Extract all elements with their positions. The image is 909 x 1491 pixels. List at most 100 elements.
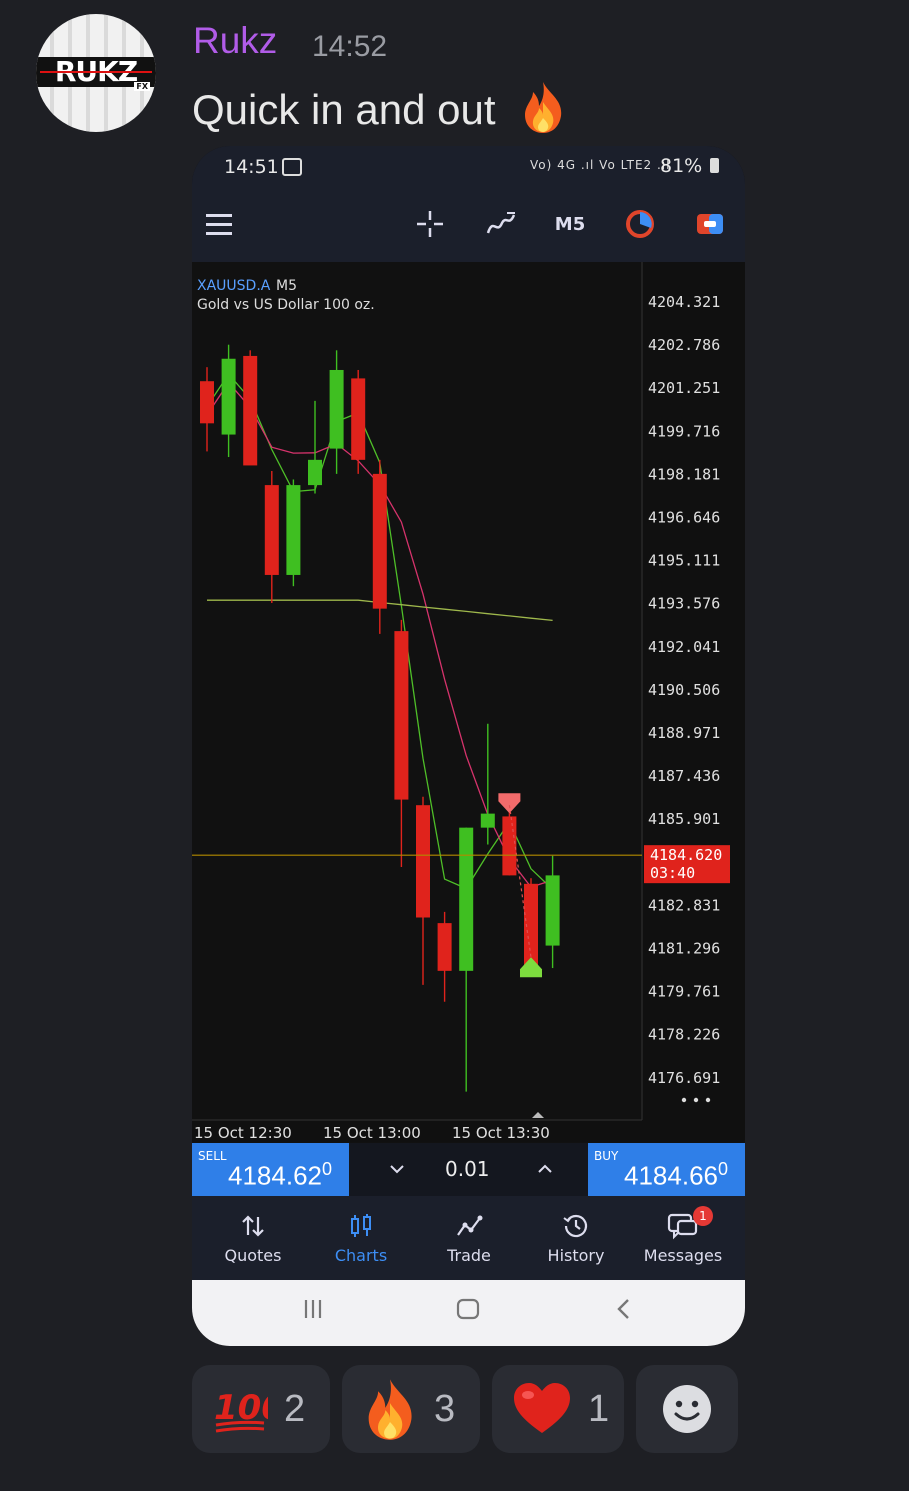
battery-level: 81% xyxy=(660,155,720,177)
battery-percent: 81% xyxy=(660,155,703,177)
trade-line-icon xyxy=(457,1215,483,1236)
nav-quotes-label: Quotes xyxy=(224,1246,282,1265)
bull-candle xyxy=(308,459,322,486)
chart-description: Gold vs US Dollar 100 oz. xyxy=(197,297,375,313)
crosshair-icon[interactable] xyxy=(414,204,446,244)
volume-up-icon[interactable] xyxy=(525,1155,565,1185)
reaction-fire[interactable]: 3 xyxy=(342,1365,480,1453)
reaction-fire-count: 3 xyxy=(434,1387,456,1430)
bear-candle xyxy=(502,816,517,876)
plot-area xyxy=(192,262,642,1120)
price-tick-label: 4188.971 xyxy=(648,724,720,742)
price-tick-label: 4195.111 xyxy=(648,552,720,570)
red-heart-icon xyxy=(514,1383,570,1433)
avatar[interactable]: RUKZ FX xyxy=(36,14,156,132)
phone-screenshot: 14:51 Vo) 4G .ıl Vo LTE2 .ıl 81% M5 4204… xyxy=(192,146,745,1346)
reaction-heart[interactable]: 1 xyxy=(492,1365,624,1453)
sell-price-sup: 0 xyxy=(321,1159,332,1179)
nav-history-label: History xyxy=(547,1246,605,1265)
price-tick-label: 4185.901 xyxy=(648,810,720,828)
bear-candle xyxy=(437,923,452,971)
nav-messages-label: Messages xyxy=(643,1246,723,1265)
menu-icon[interactable] xyxy=(204,204,234,244)
price-tick-label: 4190.506 xyxy=(648,681,720,699)
candle-countdown: 03:40 xyxy=(650,864,695,882)
buy-price-sup: 0 xyxy=(717,1159,728,1179)
bull-candle xyxy=(545,875,560,946)
objects-icon[interactable] xyxy=(624,204,656,244)
home-icon[interactable] xyxy=(456,1298,480,1326)
trade-icon[interactable] xyxy=(694,204,726,244)
bear-candle xyxy=(264,485,279,575)
add-reaction-button[interactable] xyxy=(636,1365,738,1453)
bull-candle xyxy=(221,358,236,435)
price-axis-ticks: 4204.321 4202.786 4201.251 4199.716 4198.181… xyxy=(648,293,720,1087)
username[interactable]: Rukz xyxy=(193,20,277,62)
indicators-icon[interactable] xyxy=(484,204,518,244)
fire-icon xyxy=(525,82,562,133)
bear-candle xyxy=(416,805,430,918)
price-tick-label: 4199.716 xyxy=(648,422,720,440)
avatar-logo-line xyxy=(40,71,152,73)
signal-icons: Vo) 4G .ıl Vo LTE2 .ıl xyxy=(530,158,671,172)
bull-candle xyxy=(329,369,344,449)
quotes-arrows-icon xyxy=(242,1215,264,1237)
price-tick-label: 4178.226 xyxy=(648,1026,720,1044)
nav-charts-label: Charts xyxy=(334,1246,388,1265)
volume-value[interactable]: 0.01 xyxy=(445,1157,490,1181)
sell-price: 4184.620 xyxy=(228,1155,332,1192)
messages-badge: 1 xyxy=(693,1206,713,1226)
chart-svg[interactable]: 4204.321 4202.786 4201.251 4199.716 4198.181… xyxy=(192,262,745,1142)
cast-icon xyxy=(282,158,302,176)
price-tick-label: 4179.761 xyxy=(648,983,720,1001)
reaction-hundred[interactable]: 100 2 xyxy=(192,1365,330,1453)
bear-candle xyxy=(243,355,258,466)
more-dots-icon[interactable] xyxy=(681,1097,711,1103)
price-tick-label: 4196.646 xyxy=(648,509,720,527)
price-tick-label: 4181.296 xyxy=(648,940,720,958)
price-chart[interactable]: 4204.321 4202.786 4201.251 4199.716 4198.181… xyxy=(192,262,745,1142)
battery-icon xyxy=(710,158,720,173)
bear-candle xyxy=(372,473,387,609)
timeframe-button[interactable]: M5 xyxy=(552,204,588,244)
message-text: Quick in and out xyxy=(192,86,496,133)
nav-trade-label: Trade xyxy=(447,1246,491,1265)
volume-control: 0.01 xyxy=(349,1143,588,1196)
order-bar: SELL 4184.620 0.01 BUY 4184.660 xyxy=(192,1143,745,1196)
back-icon[interactable] xyxy=(616,1298,632,1326)
buy-button[interactable]: BUY 4184.660 xyxy=(588,1143,745,1196)
bull-candle xyxy=(286,485,301,575)
chart-toolbar: M5 xyxy=(192,190,745,262)
price-tick-label: 4176.691 xyxy=(648,1069,720,1087)
avatar-logo-sub: FX xyxy=(134,82,150,91)
current-price-value: 4184.620 xyxy=(650,846,722,864)
smiley-face-icon xyxy=(663,1385,711,1433)
nav-messages[interactable]: 1 Messages xyxy=(633,1206,733,1274)
time-axis-ticks: 15 Oct 12:30 15 Oct 13:00 15 Oct 13:30 xyxy=(194,1124,550,1142)
buy-label: BUY xyxy=(594,1149,619,1163)
bottom-navigation: Quotes Charts Trade History 1 Messages xyxy=(192,1196,745,1280)
candles-icon xyxy=(351,1214,371,1237)
nav-history[interactable]: History xyxy=(526,1208,626,1274)
price-tick-label: 4187.436 xyxy=(648,767,720,785)
fire-icon xyxy=(368,1379,412,1440)
time-tick-label: 15 Oct 13:30 xyxy=(452,1124,550,1142)
sell-button[interactable]: SELL 4184.620 xyxy=(192,1143,349,1196)
price-tick-label: 4192.041 xyxy=(648,638,720,656)
nav-trade[interactable]: Trade xyxy=(419,1208,519,1274)
volume-down-icon[interactable] xyxy=(377,1155,417,1185)
nav-quotes[interactable]: Quotes xyxy=(203,1208,303,1274)
message-timestamp: 14:52 xyxy=(312,30,388,63)
status-time: 14:51 xyxy=(224,156,279,178)
recents-icon[interactable] xyxy=(302,1298,324,1326)
bear-candle xyxy=(394,631,409,800)
bull-candle xyxy=(480,813,495,828)
nav-charts[interactable]: Charts xyxy=(311,1208,411,1274)
bull-candle xyxy=(459,827,474,971)
buy-price-main: 4184.66 xyxy=(624,1160,718,1191)
chart-symbol[interactable]: XAUUSD.A xyxy=(197,278,271,294)
price-tick-label: 4201.251 xyxy=(648,379,720,397)
reaction-hundred-count: 2 xyxy=(284,1387,306,1430)
reaction-heart-count: 1 xyxy=(588,1387,610,1430)
sell-price-main: 4184.62 xyxy=(228,1160,322,1191)
